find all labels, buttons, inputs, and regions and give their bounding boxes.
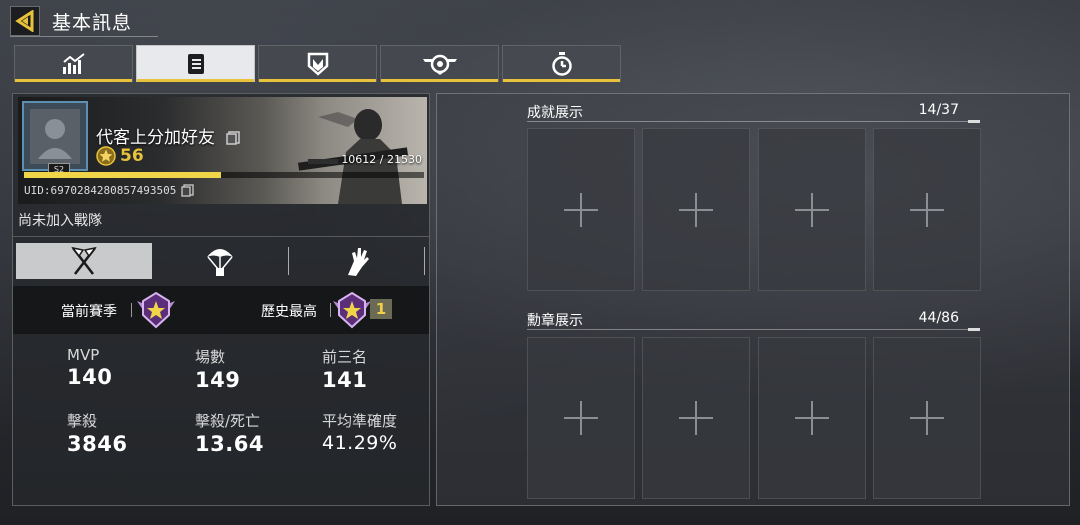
- mode-battle-royale[interactable]: [152, 243, 288, 279]
- header-tick: [968, 328, 980, 331]
- shield-emblem-icon: [307, 52, 328, 76]
- rank-divider: [131, 303, 132, 317]
- stats-chart-icon: [62, 52, 85, 74]
- achievement-slot[interactable]: [758, 128, 866, 291]
- add-icon: [910, 192, 944, 227]
- tab-profile[interactable]: [136, 45, 255, 82]
- add-icon: [564, 401, 598, 435]
- header-divider: [10, 36, 158, 37]
- medal-slot[interactable]: [873, 337, 981, 499]
- document-icon: [187, 53, 204, 74]
- player-name-text: 代客上分加好友: [96, 128, 215, 148]
- player-info-panel: S2 代客上分加好友 56 10612 / 21530 UID:69702842…: [12, 93, 430, 506]
- avatar-frame[interactable]: S2: [22, 101, 88, 176]
- stat-value: 140: [67, 365, 113, 389]
- tab-emblem[interactable]: [258, 45, 377, 82]
- xp-progress-bar: [24, 172, 424, 178]
- best-rank-label: 歷史最高: [261, 304, 317, 320]
- level-star-icon: [96, 146, 116, 166]
- default-avatar-icon: [38, 119, 72, 159]
- player-uid: UID:6970284280857493505: [24, 184, 194, 197]
- tab-bar: [14, 45, 624, 82]
- player-level: 56: [96, 146, 144, 166]
- player-name: 代客上分加好友: [96, 123, 241, 148]
- clan-status: 尚未加入戰隊: [18, 213, 102, 229]
- player-banner: S2 代客上分加好友 56 10612 / 21530 UID:69702842…: [18, 97, 427, 204]
- tab-timer[interactable]: [502, 45, 621, 82]
- achievements-header: 成就展示 14/37: [527, 100, 980, 123]
- xp-text: 10612 / 21530: [341, 153, 422, 166]
- stat-label: 擊殺/死亡: [195, 412, 261, 430]
- add-icon: [564, 192, 598, 227]
- copy-uid-icon[interactable]: [181, 184, 194, 197]
- stat-kills: 擊殺 3846: [67, 410, 197, 456]
- medal-slot[interactable]: [527, 337, 635, 499]
- stat-value: 3846: [67, 432, 128, 456]
- mode-divider: [424, 247, 425, 275]
- stat-value: 13.64: [195, 432, 264, 456]
- soldier-artwork: [298, 109, 409, 204]
- add-icon: [795, 401, 829, 435]
- stat-top3: 前三名 141: [322, 346, 452, 392]
- stopwatch-icon: [551, 51, 572, 76]
- best-rank-count: 1: [370, 299, 392, 319]
- add-icon: [679, 192, 713, 227]
- mode-multiplayer[interactable]: [16, 243, 152, 279]
- achievement-slot[interactable]: [642, 128, 750, 291]
- stat-matches: 場數 149: [195, 346, 325, 392]
- back-button[interactable]: [10, 6, 40, 36]
- uid-text: UID:6970284280857493505: [24, 184, 177, 197]
- divider: [13, 236, 429, 237]
- stat-mvp: MVP 140: [67, 346, 197, 389]
- copy-icon[interactable]: [226, 131, 241, 145]
- stat-label: 擊殺: [67, 412, 98, 430]
- achievement-slot[interactable]: [873, 128, 981, 291]
- stat-value: 149: [195, 368, 241, 392]
- current-season-label: 當前賽季: [61, 304, 117, 320]
- zombie-hand-icon: [347, 248, 369, 276]
- tab-stats[interactable]: [14, 45, 133, 82]
- rank-row: 當前賽季 歷史最高 1: [13, 286, 429, 334]
- mode-zombies[interactable]: [289, 243, 424, 279]
- xp-progress-fill: [24, 172, 222, 178]
- medal-slot[interactable]: [758, 337, 866, 499]
- header-tick: [968, 120, 980, 123]
- game-mode-tabs: [16, 242, 426, 280]
- stat-kd: 擊殺/死亡 13.64: [195, 410, 325, 456]
- medal-slot[interactable]: [642, 337, 750, 499]
- parachute-icon: [207, 249, 233, 276]
- stat-label: 前三名: [322, 348, 368, 366]
- achievement-slot[interactable]: [527, 128, 635, 291]
- stat-value: 41.29%: [322, 432, 398, 454]
- tab-badges[interactable]: [380, 45, 499, 82]
- medals-title: 勳章展示: [527, 313, 583, 329]
- level-number: 56: [120, 146, 144, 166]
- medals-header: 勳章展示 44/86: [527, 308, 980, 331]
- medals-count: 44/86: [918, 310, 959, 326]
- winged-badge-icon: [422, 54, 457, 75]
- stat-accuracy: 平均準確度 41.29%: [322, 410, 452, 454]
- add-icon: [795, 192, 829, 227]
- stat-label: MVP: [67, 346, 100, 364]
- page-title: 基本訊息: [52, 11, 133, 34]
- achievements-count: 14/37: [918, 102, 959, 118]
- stat-value: 141: [322, 368, 368, 392]
- showcase-panel: 成就展示 14/37 勳章展示 44/86: [436, 93, 1070, 506]
- best-rank-emblem-icon[interactable]: [331, 291, 373, 331]
- stat-label: 場數: [195, 348, 226, 366]
- avatar: [30, 109, 80, 164]
- current-rank-emblem-icon[interactable]: [135, 291, 177, 331]
- achievements-title: 成就展示: [527, 105, 583, 121]
- multiplayer-flags-icon: [71, 246, 97, 275]
- back-arrow-icon: [15, 10, 34, 32]
- stat-label: 平均準確度: [322, 412, 398, 430]
- header: 基本訊息: [10, 6, 132, 36]
- add-icon: [679, 401, 713, 435]
- add-icon: [910, 401, 944, 435]
